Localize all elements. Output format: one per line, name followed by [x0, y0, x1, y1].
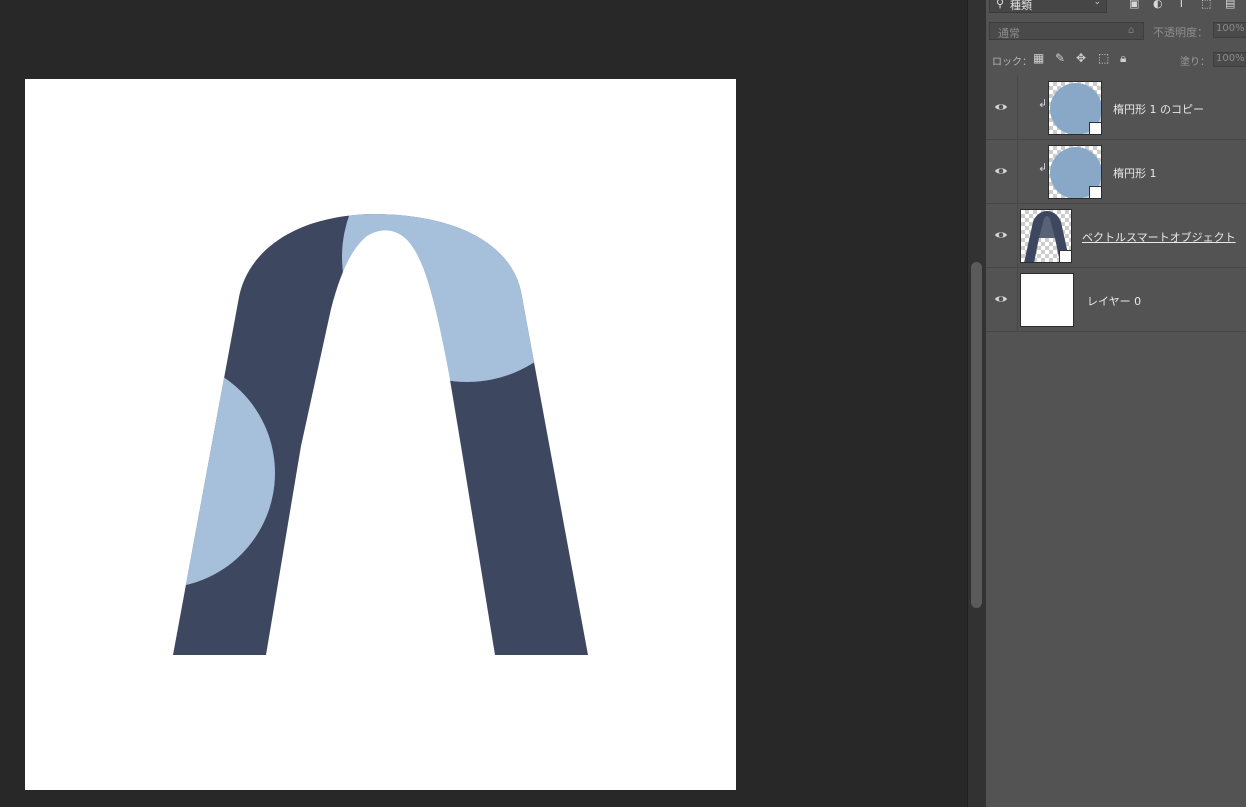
chevron-down-icon: ⌄	[1093, 0, 1101, 7]
shape-badge-icon	[1089, 186, 1101, 198]
blend-mode-value: 通常	[998, 27, 1020, 40]
layer-row[interactable]: ↲ 楕円形 1 のコピー	[986, 76, 1246, 140]
lock-position-icon[interactable]: ✥	[1076, 51, 1086, 65]
layer-row[interactable]: ベクトルスマートオブジェクト	[986, 204, 1246, 268]
type-filter-icon[interactable]: T	[1178, 0, 1185, 10]
lock-artboard-icon[interactable]: ⬚	[1098, 51, 1109, 65]
eye-icon[interactable]	[994, 292, 1008, 306]
scrollbar-thumb[interactable]	[971, 262, 982, 608]
row-divider	[1017, 140, 1018, 204]
layer-name[interactable]: ベクトルスマートオブジェクト	[1082, 229, 1236, 245]
layer-filter-select[interactable]: ⚲ 種類 ⌄	[989, 0, 1107, 13]
layer-row[interactable]: レイヤー 0	[986, 268, 1246, 332]
lock-transparent-pixels-icon[interactable]: ▦	[1033, 51, 1044, 65]
layer-thumbnail[interactable]	[1048, 81, 1102, 135]
document-canvas[interactable]	[25, 79, 736, 790]
clipping-mask-icon: ↲	[1038, 161, 1048, 174]
blend-row: 通常 ⌂ 不透明度： 100%	[986, 20, 1246, 42]
layers-panel: ⚲ 種類 ⌄ ▣ ◐ T ⬚ ▤ 通常 ⌂ 不透明度： 100% ロック： ▦ …	[986, 0, 1246, 807]
row-divider	[1017, 76, 1018, 140]
layer-thumbnail[interactable]	[1020, 209, 1072, 263]
row-divider	[1017, 204, 1018, 268]
lock-row: ロック： ▦ ✎ ✥ ⬚ 🔒︎ 塗り： 100%	[986, 48, 1246, 70]
smart-object-filter-icon[interactable]: ▤	[1225, 0, 1235, 10]
eye-icon[interactable]	[994, 228, 1008, 242]
lock-image-pixels-icon[interactable]: ✎	[1055, 51, 1065, 65]
clipping-mask-icon: ↲	[1038, 97, 1048, 110]
blend-mode-select[interactable]: 通常 ⌂	[989, 22, 1144, 40]
filter-kind-label: 種類	[1010, 0, 1032, 12]
document-workspace[interactable]	[0, 0, 967, 807]
layer-filter-row: ⚲ 種類 ⌄ ▣ ◐ T ⬚ ▤	[986, 0, 1246, 16]
shape-badge-icon	[1089, 122, 1101, 134]
layers-list: ↲ 楕円形 1 のコピー ↲ 楕円形 1 ベクトルスマートオブジェクト レイヤー…	[986, 76, 1246, 332]
adjustment-filter-icon[interactable]: ◐	[1153, 0, 1163, 10]
shape-filter-icon[interactable]: ⬚	[1201, 0, 1211, 10]
pixel-filter-icon[interactable]: ▣	[1129, 0, 1139, 10]
lock-icon: ⌂	[1128, 25, 1135, 36]
layer-name[interactable]: レイヤー 0	[1087, 293, 1141, 309]
eye-icon[interactable]	[994, 100, 1008, 114]
fill-input[interactable]: 100%	[1213, 52, 1246, 67]
layer-thumbnail[interactable]	[1020, 273, 1074, 327]
fill-label: 塗り：	[1180, 57, 1210, 68]
smart-object-badge-icon	[1059, 250, 1071, 262]
search-icon: ⚲	[996, 0, 1005, 10]
layer-name[interactable]: 楕円形 1	[1113, 165, 1157, 181]
ellipse-left	[173, 358, 275, 588]
letter-a-artwork	[173, 214, 588, 655]
lock-all-icon[interactable]: 🔒︎	[1120, 51, 1126, 66]
vertical-scrollbar[interactable]	[967, 0, 986, 807]
eye-icon[interactable]	[994, 164, 1008, 178]
layer-row[interactable]: ↲ 楕円形 1	[986, 140, 1246, 204]
lock-label: ロック：	[992, 57, 1032, 68]
row-divider	[1017, 268, 1018, 332]
opacity-input[interactable]: 100%	[1213, 22, 1246, 38]
opacity-label: 不透明度：	[1153, 26, 1208, 39]
layer-thumbnail[interactable]	[1048, 145, 1102, 199]
layer-name[interactable]: 楕円形 1 のコピー	[1113, 101, 1204, 117]
